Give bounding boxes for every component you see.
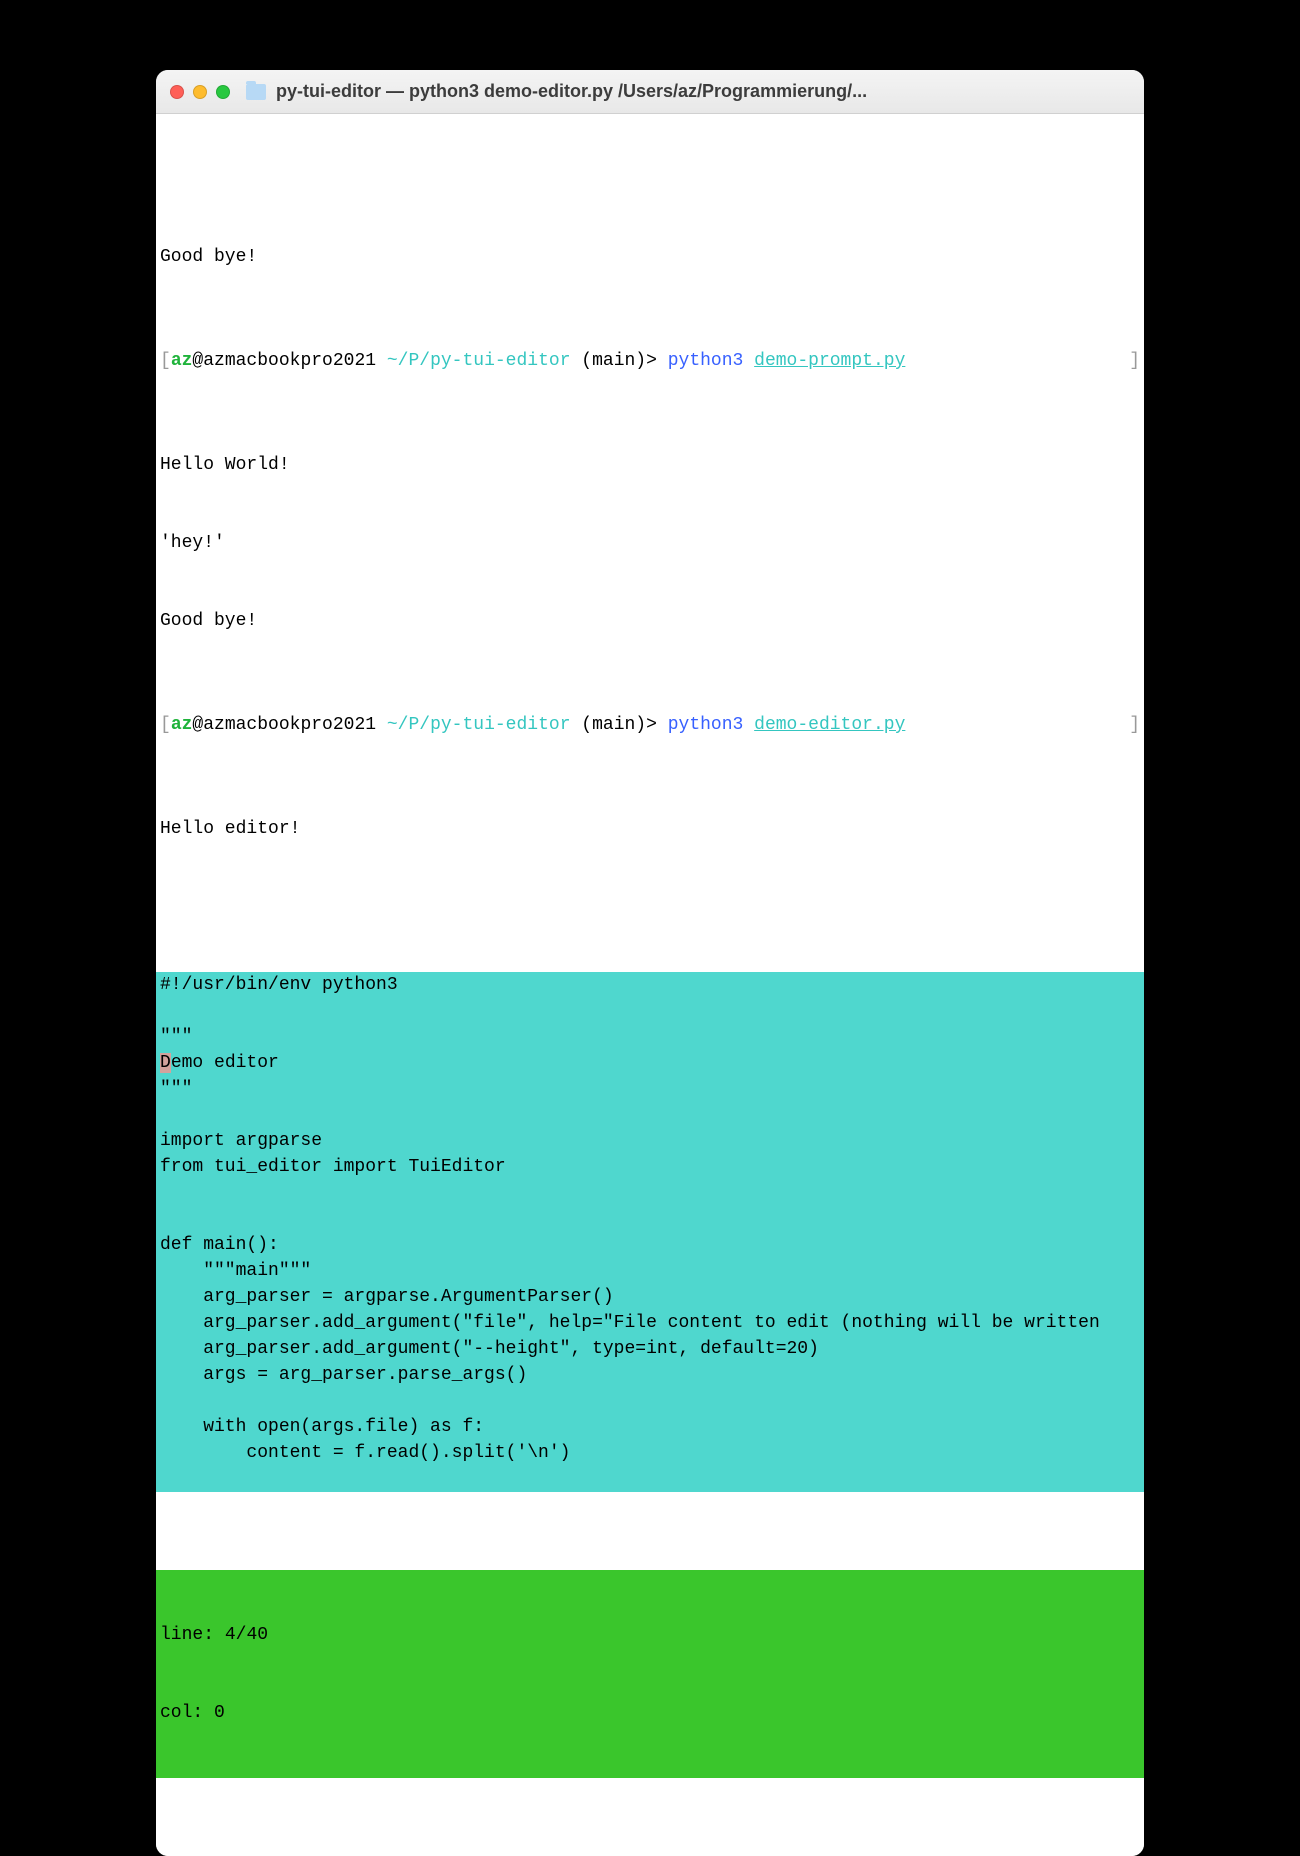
editor-line[interactable]: from tui_editor import TuiEditor — [156, 1154, 1144, 1180]
prompt-command: python3 — [668, 351, 754, 371]
editor-statusbar: line: 4/40 col: 0 — [156, 1570, 1144, 1778]
prompt-close-bracket: ] — [1129, 712, 1140, 738]
prompt-open-bracket: [ — [160, 351, 171, 371]
editor-line[interactable]: args = arg_parser.parse_args() — [156, 1362, 1144, 1388]
editor-line[interactable]: import argparse — [156, 1128, 1144, 1154]
output-line: Good bye! — [156, 608, 1144, 634]
editor-line[interactable]: arg_parser.add_argument("file", help="Fi… — [156, 1310, 1144, 1336]
minimize-icon[interactable] — [193, 85, 207, 99]
editor-line[interactable]: """ — [156, 1076, 1144, 1102]
prompt-branch: (main)> — [571, 351, 668, 371]
prompt-host: @azmacbookpro2021 — [192, 715, 386, 735]
editor-line[interactable]: arg_parser = argparse.ArgumentParser() — [156, 1284, 1144, 1310]
editor-line[interactable]: """ — [156, 1024, 1144, 1050]
terminal-window: py-tui-editor — python3 demo-editor.py /… — [156, 70, 1144, 1856]
prompt-path: ~/P/py-tui-editor — [387, 351, 571, 371]
editor-line[interactable]: Demo editor — [156, 1050, 1144, 1076]
window-controls — [170, 85, 230, 99]
editor-line[interactable]: with open(args.file) as f: — [156, 1414, 1144, 1440]
prompt-host: @azmacbookpro2021 — [192, 351, 386, 371]
prompt-user: az — [171, 351, 193, 371]
prompt-file-link[interactable]: demo-prompt.py — [754, 351, 905, 371]
close-icon[interactable] — [170, 85, 184, 99]
titlebar[interactable]: py-tui-editor — python3 demo-editor.py /… — [156, 70, 1144, 114]
editor-line[interactable]: """main""" — [156, 1258, 1144, 1284]
status-col-value: 0 — [214, 1703, 225, 1723]
prompt-line: [az@azmacbookpro2021 ~/P/py-tui-editor (… — [156, 348, 1144, 374]
editor-line[interactable]: def main(): — [156, 1232, 1144, 1258]
editor-viewport[interactable]: #!/usr/bin/env python3 """Demo editor"""… — [156, 972, 1144, 1492]
editor-cursor: D — [160, 1053, 171, 1073]
output-line: Good bye! — [156, 244, 1144, 270]
editor-line[interactable] — [156, 998, 1144, 1024]
output-line: Hello editor! — [156, 816, 1144, 842]
editor-line[interactable] — [156, 1206, 1144, 1232]
status-line-current: 4 — [225, 1625, 236, 1645]
prompt-path: ~/P/py-tui-editor — [387, 715, 571, 735]
prompt-branch: (main)> — [571, 715, 668, 735]
status-line-label: line: — [160, 1625, 225, 1645]
prompt-line: [az@azmacbookpro2021 ~/P/py-tui-editor (… — [156, 712, 1144, 738]
prompt-file-link[interactable]: demo-editor.py — [754, 715, 905, 735]
editor-line[interactable] — [156, 1466, 1144, 1492]
folder-icon — [246, 84, 266, 100]
terminal-body[interactable]: Good bye! [az@azmacbookpro2021 ~/P/py-tu… — [156, 114, 1144, 1856]
prompt-command: python3 — [668, 715, 754, 735]
editor-line[interactable] — [156, 1388, 1144, 1414]
status-col-row: col: 0 — [156, 1700, 1144, 1726]
output-line: 'hey!' — [156, 530, 1144, 556]
status-col-label: col: — [160, 1703, 214, 1723]
editor-line[interactable] — [156, 1180, 1144, 1206]
editor-line[interactable]: arg_parser.add_argument("--height", type… — [156, 1336, 1144, 1362]
editor-line[interactable]: #!/usr/bin/env python3 — [156, 972, 1144, 998]
status-line-total: 40 — [246, 1625, 268, 1645]
prompt-close-bracket: ] — [1129, 348, 1140, 374]
terminal-scrollback: Good bye! [az@azmacbookpro2021 ~/P/py-tu… — [156, 192, 1144, 894]
prompt-user: az — [171, 715, 193, 735]
status-line-row: line: 4/40 — [156, 1622, 1144, 1648]
window-title: py-tui-editor — python3 demo-editor.py /… — [276, 81, 867, 102]
output-line: Hello World! — [156, 452, 1144, 478]
prompt-open-bracket: [ — [160, 715, 171, 735]
editor-line[interactable]: content = f.read().split('\n') — [156, 1440, 1144, 1466]
fullscreen-icon[interactable] — [216, 85, 230, 99]
